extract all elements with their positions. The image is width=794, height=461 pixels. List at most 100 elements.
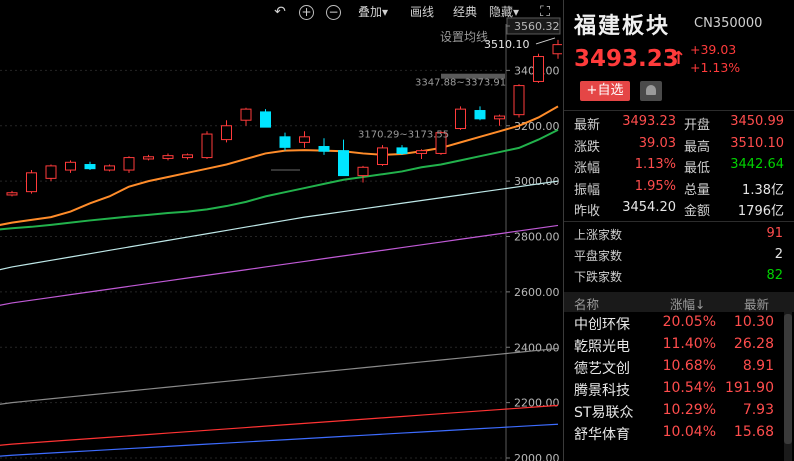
stock-name: 中创环保 — [574, 317, 630, 333]
stock-name: 德艺文创 — [574, 361, 630, 377]
breadth-row: 平盘家数 2 — [564, 247, 794, 269]
stock-change-pct: 10.54% — [662, 380, 716, 396]
candle-body — [513, 85, 525, 116]
price-tick-label: 3200.00 — [514, 120, 560, 133]
candle-body — [357, 166, 369, 177]
ma-line-ma_e — [0, 423, 559, 457]
ma-line-ma_b — [0, 224, 559, 306]
scroll-thumb[interactable] — [784, 314, 792, 444]
quote-label: 最高 — [684, 139, 711, 155]
quote-label: 最低 — [684, 161, 711, 176]
candle-body — [201, 133, 213, 159]
quote-label: 最新 — [574, 118, 601, 133]
breadth-value: 2 — [774, 247, 783, 262]
quote-row: 最新 3493.23 开盘 3450.99 — [564, 114, 794, 136]
candle-body — [65, 161, 76, 171]
list-item[interactable]: 中创环保 20.05% 10.30 — [564, 314, 794, 336]
ma-line-ma_c — [0, 347, 559, 405]
zoom-in-icon[interactable]: + — [299, 5, 314, 20]
high-pointer-line — [535, 37, 556, 45]
col-name[interactable]: 名称 — [574, 294, 599, 313]
classic-button[interactable]: 经典 — [453, 3, 477, 21]
alert-button[interactable] — [640, 81, 662, 101]
range-annotation-2: 3170.29~3173.55 — [358, 130, 449, 141]
list-item[interactable]: ST易联众 10.29% 7.93 — [564, 402, 794, 424]
candle-body — [182, 154, 193, 159]
list-item[interactable]: 舒华体育 10.04% 15.68 — [564, 424, 794, 446]
high-annotation: 3510.10 — [484, 38, 530, 51]
stock-price: 10.30 — [733, 314, 774, 330]
quote-value: 3493.23 — [622, 114, 676, 129]
ma-setting-button[interactable]: 设置均线 — [440, 28, 488, 45]
stock-price: 15.68 — [733, 424, 774, 440]
stock-change-pct: 11.40% — [662, 336, 716, 352]
breadth-label: 平盘家数 — [574, 249, 623, 263]
stock-change-pct: 10.04% — [662, 424, 716, 440]
price-tick-label: 2000.00 — [514, 452, 560, 461]
ma-line-ma_a — [0, 180, 559, 271]
chart-toolbar: ↶ + − 叠加▾ 画线 经典 隐藏▾ ⛶ — [0, 0, 562, 24]
quote-value: 3450.99 — [730, 114, 784, 129]
scrollbar[interactable] — [784, 312, 792, 461]
current-price: 3493.23 — [574, 46, 679, 72]
list-item[interactable]: 德艺文创 10.68% 8.91 — [564, 358, 794, 380]
stock-price: 26.28 — [733, 336, 774, 352]
stock-change-pct: 10.29% — [662, 402, 716, 418]
col-change-pct[interactable]: 涨幅↓ — [670, 294, 705, 313]
bell-icon — [646, 85, 656, 95]
breadth-value: 82 — [766, 268, 783, 283]
price-change-pct: +1.13% — [690, 60, 741, 75]
quote-value: 3510.10 — [730, 135, 784, 151]
overlay-menu[interactable]: 叠加▾ — [358, 3, 388, 21]
candle-body — [396, 147, 408, 154]
ma-line-ma5 — [0, 105, 559, 226]
col-price[interactable]: 最新 — [744, 294, 769, 313]
stock-name: ST易联众 — [574, 405, 634, 421]
candle-body — [26, 172, 37, 193]
candle-body — [143, 156, 154, 160]
stock-name: 腾景科技 — [574, 383, 630, 399]
undo-icon[interactable]: ↶ — [272, 4, 288, 20]
quote-value: 39.03 — [638, 135, 676, 151]
candle-body — [474, 110, 486, 120]
range-annotation-1: 3347.88~3373.91 — [415, 77, 506, 88]
stock-change-pct: 10.68% — [662, 358, 716, 374]
quote-value: 1.13% — [634, 157, 676, 172]
quote-label: 开盘 — [684, 118, 711, 133]
quote-value: 1.95% — [634, 178, 676, 194]
quote-row: 涨跌 39.03 最高 3510.10 — [564, 136, 794, 158]
quote-label: 金额 — [684, 204, 711, 219]
price-change: +39.03 — [690, 42, 737, 57]
quote-label: 涨跌 — [574, 139, 601, 155]
stock-change-pct: 20.05% — [662, 314, 716, 330]
stock-price: 8.91 — [742, 358, 774, 374]
quote-value: 1796亿 — [737, 204, 784, 219]
candle-body — [84, 164, 96, 170]
up-arrow-icon: ↑ — [671, 48, 687, 69]
candle-body — [377, 147, 388, 166]
stock-name: 舒华体育 — [574, 427, 630, 443]
price-tick-label: 2600.00 — [514, 286, 560, 299]
candle-body — [240, 108, 252, 121]
draw-line-button[interactable]: 画线 — [410, 3, 434, 21]
add-watchlist-button[interactable]: +自选 — [580, 81, 630, 101]
quote-row: 振幅 1.95% 总量 1.38亿 — [564, 179, 794, 201]
breadth-label: 下跌家数 — [574, 270, 623, 284]
candle-body — [221, 125, 232, 141]
candle-body — [533, 56, 544, 82]
quote-value: 3442.64 — [730, 157, 784, 172]
stock-price: 7.93 — [742, 402, 774, 418]
list-item[interactable]: 乾照光电 11.40% 26.28 — [564, 336, 794, 358]
zoom-out-icon[interactable]: − — [326, 5, 341, 20]
candlestick-chart[interactable]: 3560.323400.003200.003000.002800.002600.… — [0, 0, 562, 461]
chart-area[interactable]: 3560.323400.003200.003000.002800.002600.… — [0, 0, 562, 461]
hide-menu[interactable]: 隐藏▾ — [489, 3, 519, 21]
sector-code: CN350000 — [694, 16, 763, 31]
candle-body — [552, 44, 562, 55]
breadth-row: 上涨家数 91 — [564, 226, 794, 248]
candle-body — [494, 115, 505, 120]
fullscreen-icon[interactable]: ⛶ — [537, 4, 553, 20]
list-item[interactable]: 腾景科技 10.54% 191.90 — [564, 380, 794, 402]
quote-value: 1.38亿 — [742, 182, 784, 198]
quote-label: 涨幅 — [574, 161, 601, 176]
